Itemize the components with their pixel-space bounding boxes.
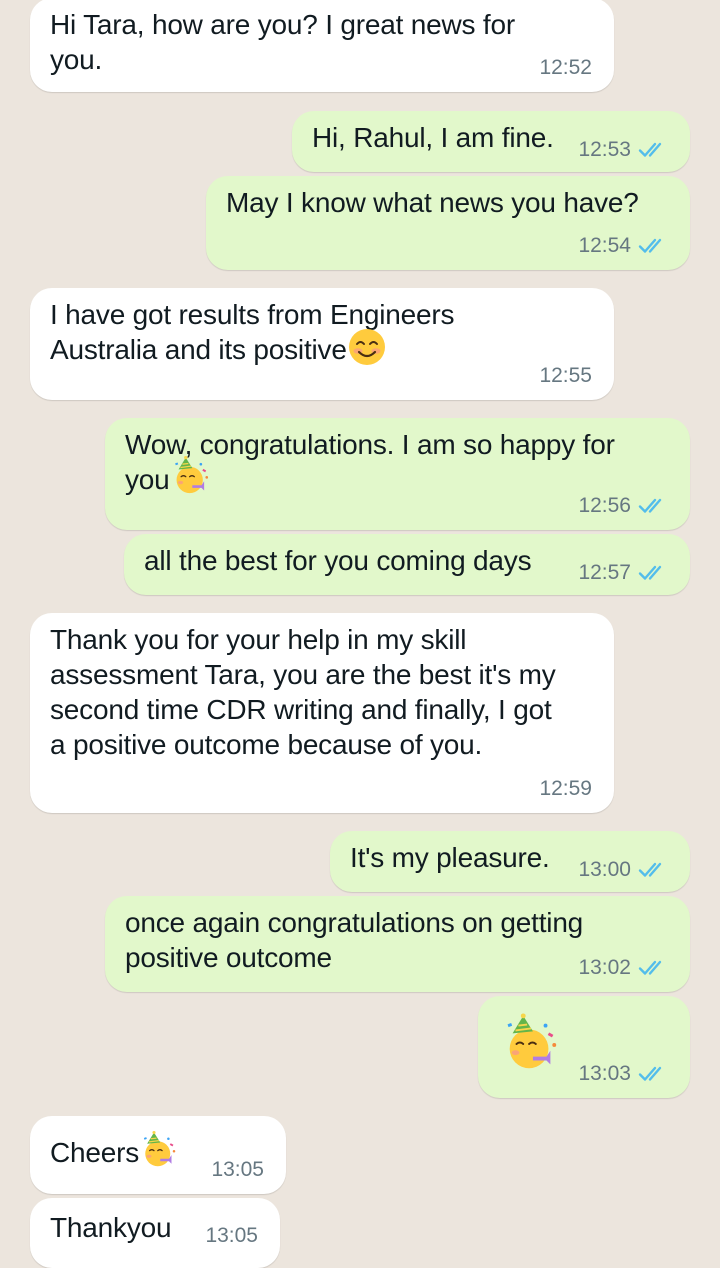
- partying-face-icon: [139, 1130, 179, 1170]
- partying-face-icon: [170, 455, 212, 497]
- message-time: 12:56: [578, 494, 631, 517]
- message-time: 12:55: [539, 364, 592, 387]
- chat-thread: Hi Tara, how are you? I great news for y…: [0, 0, 720, 1268]
- message-time: 13:00: [578, 858, 631, 881]
- outgoing-message[interactable]: It's my pleasure. 13:00: [330, 831, 690, 892]
- outgoing-message[interactable]: all the best for you coming days 12:57: [124, 534, 690, 595]
- message-time: 12:54: [578, 234, 631, 257]
- message-time: 13:05: [211, 1158, 264, 1181]
- message-text: May I know what news you have?: [226, 187, 639, 218]
- message-meta: 12:55: [539, 364, 592, 388]
- message-time: 12:57: [578, 561, 631, 584]
- incoming-message[interactable]: I have got results from Engineers Austra…: [30, 288, 614, 400]
- double-check-icon: [638, 959, 668, 977]
- outgoing-message[interactable]: Wow, congratulations. I am so happy for …: [105, 418, 690, 530]
- message-meta: 12:54: [578, 234, 668, 258]
- message-text: Hi Tara, how are you? I great news for y…: [50, 9, 516, 75]
- message-time: 12:59: [539, 777, 592, 800]
- partying-face-icon: [500, 1012, 562, 1074]
- message-text: Wow, congratulations. I am so happy for …: [125, 429, 615, 497]
- incoming-message[interactable]: Thankyou 13:05: [30, 1198, 280, 1268]
- message-meta: 12:59: [539, 777, 592, 801]
- message-meta: 12:53: [578, 138, 668, 162]
- outgoing-message[interactable]: May I know what news you have? 12:54: [206, 176, 690, 270]
- double-check-icon: [638, 1065, 668, 1083]
- message-time: 12:53: [578, 138, 631, 161]
- message-meta: 12:52: [539, 56, 592, 80]
- outgoing-message[interactable]: 13:03: [478, 996, 690, 1098]
- message-meta: 13:02: [578, 956, 668, 980]
- message-time: 13:05: [205, 1224, 258, 1247]
- message-meta: 13:05: [205, 1224, 258, 1248]
- smiling-face-icon: [347, 327, 387, 367]
- double-check-icon: [638, 497, 668, 515]
- message-meta: 13:03: [578, 1062, 668, 1086]
- message-text: I have got results from Engineers Austra…: [50, 299, 455, 367]
- outgoing-message[interactable]: Hi, Rahul, I am fine. 12:53: [292, 111, 690, 172]
- message-text: Thank you for your help in my skill asse…: [50, 624, 556, 760]
- message-time: 13:03: [578, 1062, 631, 1085]
- double-check-icon: [638, 141, 668, 159]
- message-meta: 12:56: [578, 494, 668, 518]
- message-meta: 12:57: [578, 561, 668, 585]
- double-check-icon: [638, 564, 668, 582]
- incoming-message[interactable]: Cheers 13:05: [30, 1116, 286, 1194]
- double-check-icon: [638, 861, 668, 879]
- message-meta: 13:05: [211, 1158, 264, 1182]
- outgoing-message[interactable]: once again congratulations on getting po…: [105, 896, 690, 992]
- message-meta: 13:00: [578, 858, 668, 882]
- incoming-message[interactable]: Hi Tara, how are you? I great news for y…: [30, 0, 614, 92]
- message-time: 13:02: [578, 956, 631, 979]
- incoming-message[interactable]: Thank you for your help in my skill asse…: [30, 613, 614, 813]
- double-check-icon: [638, 237, 668, 255]
- message-time: 12:52: [539, 56, 592, 79]
